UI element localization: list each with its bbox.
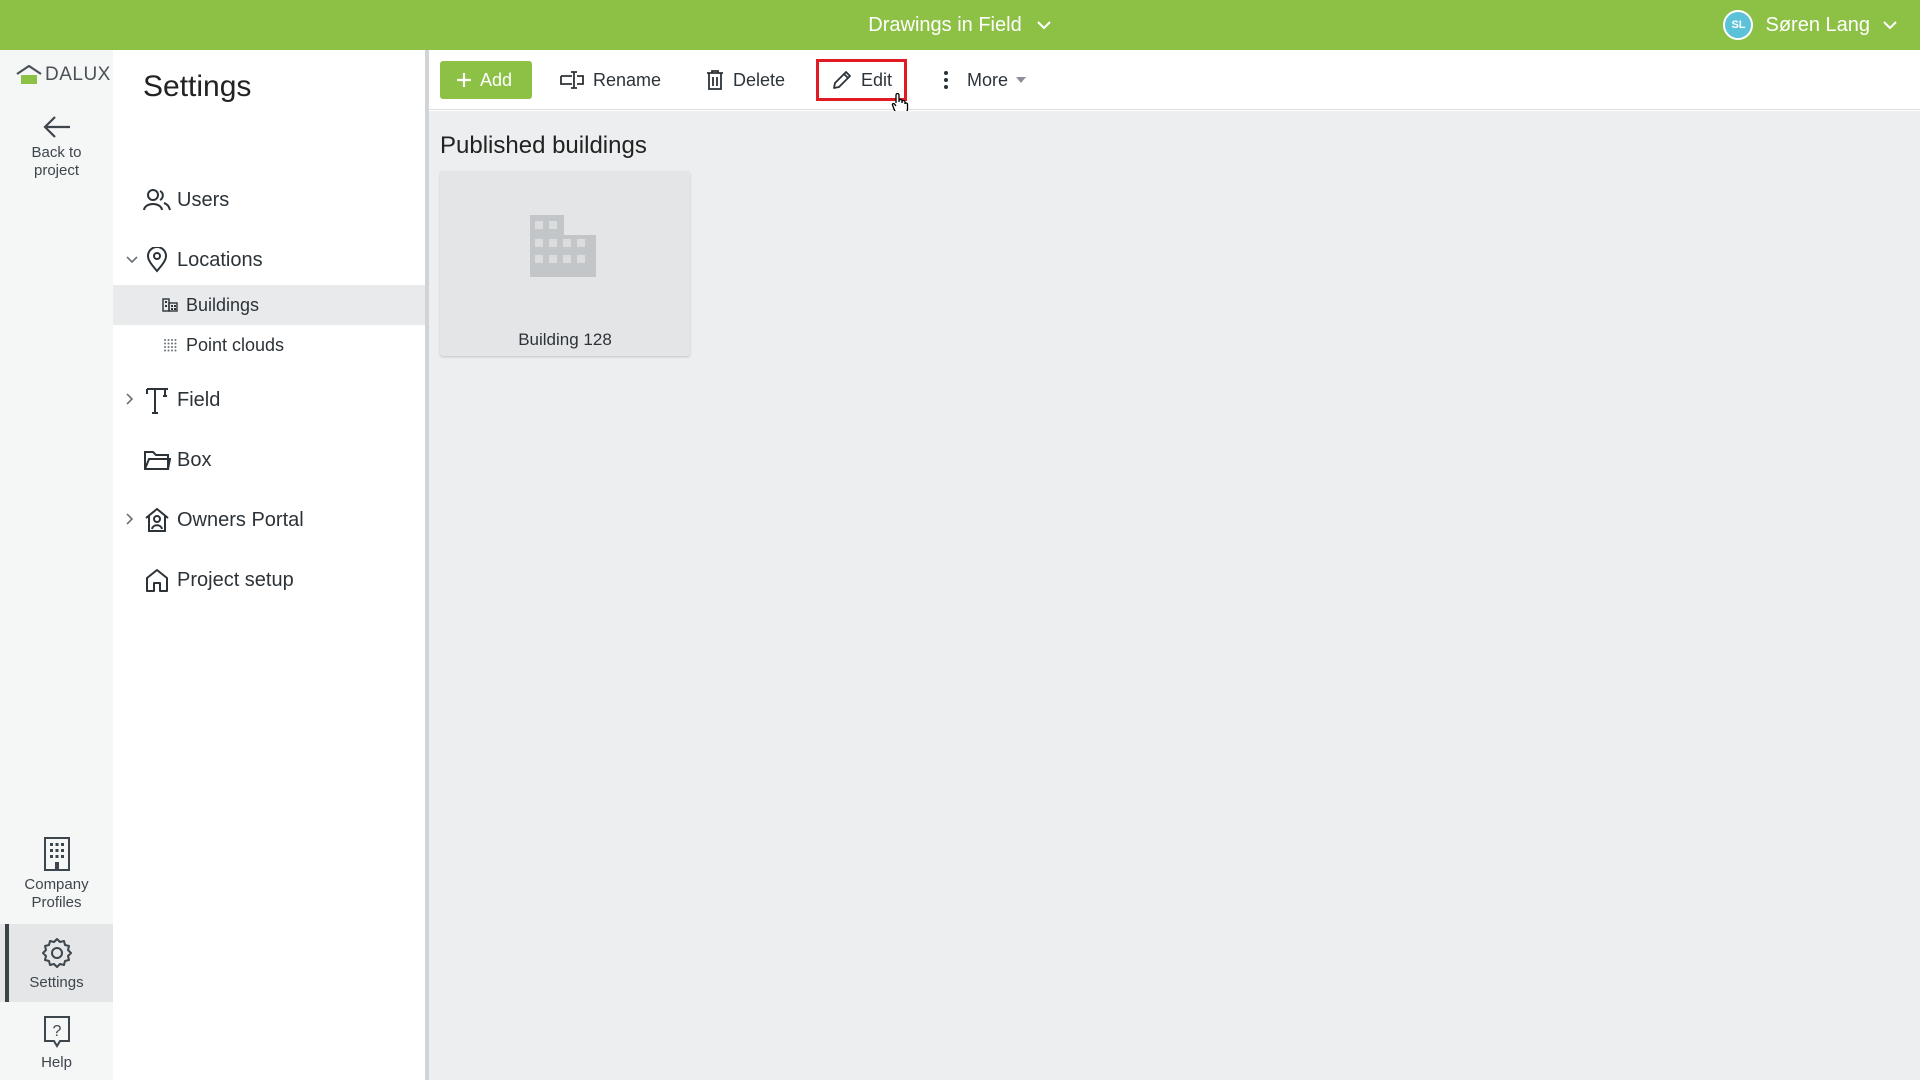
pencil-icon [833,71,851,89]
chevron-down-icon[interactable] [125,252,139,268]
left-rail: DALUX Back to project Company Profiles S… [0,50,113,1080]
chevron-down-icon [1883,21,1897,30]
building-placeholder-icon [530,215,596,277]
sidebar-item-field[interactable]: Field [113,380,425,420]
dalux-logo[interactable]: DALUX [16,64,111,86]
settings-nav-button[interactable]: Settings [0,924,113,1002]
house-person-icon [143,506,171,534]
point-cloud-icon [161,336,179,354]
caret-down-icon [1016,77,1027,83]
delete-button[interactable]: Delete [693,61,797,99]
sidebar-item-point-clouds[interactable]: Point clouds [113,325,425,365]
more-label: More [967,69,1009,90]
project-selector[interactable]: Drawings in Field [0,0,1920,50]
sidebar-item-label: Project setup [177,568,294,591]
more-button[interactable]: More [931,61,1038,99]
gear-icon [41,938,72,968]
sidebar-item-owners-portal[interactable]: Owners Portal [113,500,425,540]
crane-icon [143,386,171,414]
plus-icon [457,73,471,87]
kebab-menu-icon [944,71,948,89]
logo-house-icon [16,65,42,84]
location-pin-icon [143,246,171,274]
user-name: Søren Lang [1765,13,1870,36]
folder-open-icon [143,446,171,474]
help-label: Help [41,1054,72,1071]
chevron-right-icon[interactable] [125,512,139,529]
help-button[interactable]: ? Help [0,1014,113,1072]
company-profiles-button[interactable]: Company Profiles [0,836,113,912]
sidebar-item-label: Users [177,188,230,211]
chevron-right-icon[interactable] [125,392,139,409]
project-title: Drawings in Field [868,13,1022,36]
add-button[interactable]: Add [440,61,533,99]
trash-icon [707,70,723,90]
rename-button[interactable]: Rename [547,61,673,99]
add-label: Add [480,69,513,90]
page-title: Settings [143,70,252,103]
active-indicator [5,924,9,1002]
sidebar-item-label: Buildings [186,294,260,315]
office-building-icon [43,837,70,871]
sidebar-item-box[interactable]: Box [113,440,425,480]
arrow-left-icon [42,116,70,138]
top-bar: Drawings in Field SL Søren Lang [0,0,1920,50]
back-label-line2: project [33,162,80,179]
main-content: Published buildings Building 128 [429,111,1920,1080]
company-label-line2: Profiles [31,894,82,911]
sidebar-item-users[interactable]: Users [113,180,425,220]
sidebar-item-label: Point clouds [186,334,285,355]
building-name: Building 128 [518,330,612,349]
back-label-line1: Back to [31,144,82,161]
section-title: Published buildings [440,132,647,159]
house-icon [143,566,171,594]
user-menu[interactable]: SL Søren Lang [1723,0,1898,50]
building-card[interactable]: Building 128 [440,171,690,356]
sidebar-item-locations[interactable]: Locations [113,240,425,280]
users-icon [143,186,171,214]
rename-icon [560,71,584,89]
avatar: SL [1723,10,1754,40]
help-icon: ? [43,1016,70,1048]
rename-label: Rename [593,69,662,90]
settings-sidebar: Settings Users Locations Buildings Point… [113,50,425,1080]
svg-text:?: ? [52,1023,61,1040]
logo-text: DALUX [45,64,111,85]
back-to-project-button[interactable]: Back to project [0,114,113,180]
settings-label: Settings [29,974,84,991]
sidebar-item-label: Box [177,448,212,471]
sidebar-item-project-setup[interactable]: Project setup [113,560,425,600]
chevron-down-icon [1036,21,1051,30]
sidebar-item-buildings[interactable]: Buildings [113,285,425,325]
building-icon [161,296,179,314]
sidebar-item-label: Locations [177,248,263,271]
company-label-line1: Company [24,876,89,893]
sidebar-item-label: Owners Portal [177,508,304,531]
toolbar: Add Rename Delete Edit More [429,50,1920,110]
edit-label: Edit [861,69,893,90]
sidebar-item-label: Field [177,388,221,411]
delete-label: Delete [733,69,786,90]
